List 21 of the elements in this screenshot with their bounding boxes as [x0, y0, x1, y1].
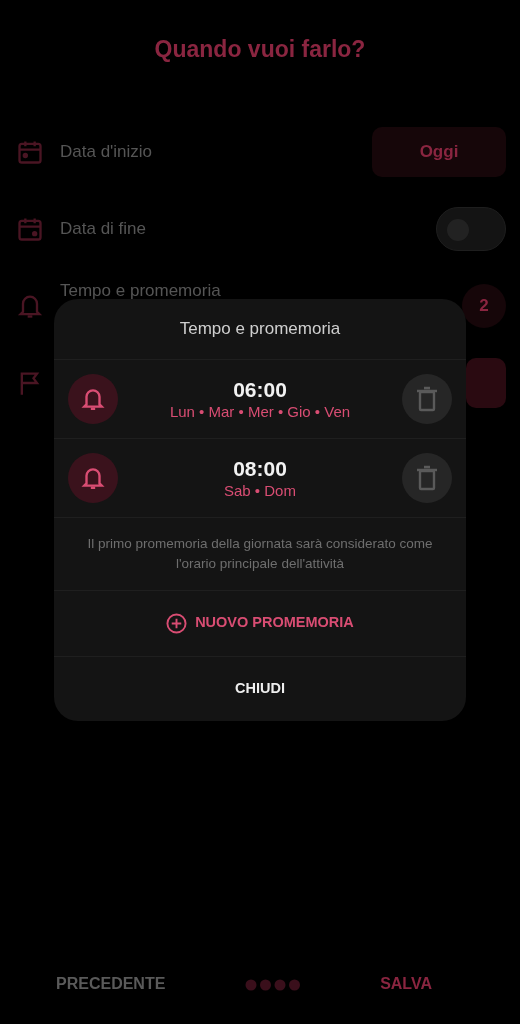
add-icon	[166, 612, 188, 634]
save-button[interactable]: SALVA	[380, 972, 460, 996]
end-date-toggle[interactable]	[436, 207, 506, 252]
reminder-time[interactable]: 06:00	[118, 377, 402, 403]
trash-icon	[416, 465, 438, 492]
close-button[interactable]: CHIUDI	[54, 656, 466, 721]
info-note: Il primo promemoria della giornata sarà considerato come l'orario principale dell'attività	[54, 518, 466, 591]
reminder-days: Sab • Dom	[118, 481, 402, 501]
new-reminder-button[interactable]: NUOVO PROMEMORIA	[54, 590, 466, 657]
reminder-count: 2	[462, 284, 506, 329]
reminder-time[interactable]: 08:00	[118, 456, 402, 482]
screen-title: Quando vuoi farlo?	[153, 35, 367, 64]
setting-label: Data d'inizio	[60, 141, 154, 164]
delete-button[interactable]	[402, 374, 452, 425]
step-dots-icon	[244, 978, 301, 991]
delete-button[interactable]	[402, 453, 452, 504]
setting-label: Data di fine	[60, 218, 147, 241]
trash-icon	[416, 386, 438, 413]
back-button[interactable]: PRECEDENTE	[56, 972, 166, 996]
reminder-days: Lun • Mar • Mer • Gio • Ven	[118, 402, 402, 422]
dialog-title: Tempo e promemoria	[54, 299, 466, 361]
